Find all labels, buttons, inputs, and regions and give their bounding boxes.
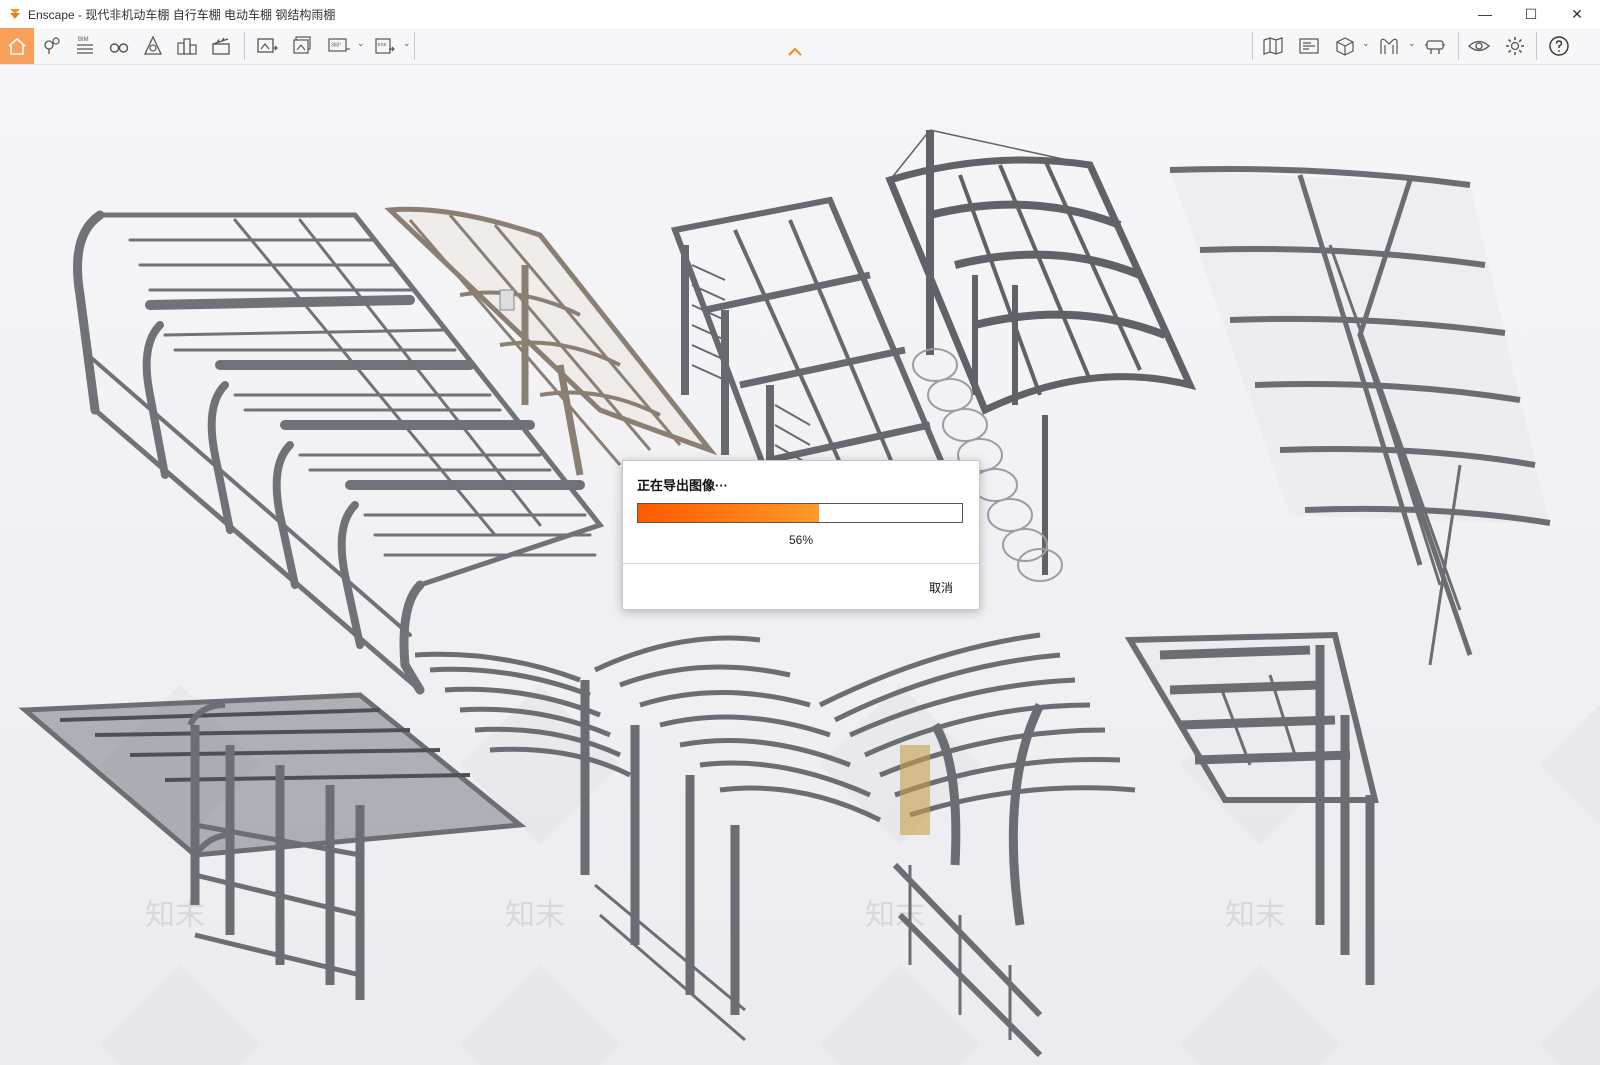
- minimize-button[interactable]: —: [1462, 0, 1508, 28]
- progress-percentage: 56%: [788, 533, 814, 547]
- clapperboard-icon: [212, 37, 230, 55]
- panorama-360-icon: 360°: [328, 38, 350, 52]
- panorama-button[interactable]: 360°: [322, 28, 356, 64]
- location-pin-icon: [44, 37, 60, 54]
- atmosphere-icon: [143, 35, 163, 55]
- title-bar: Enscape - 现代非机动车棚 自行车棚 电动车棚 钢结构雨棚 — ☐ ✕: [0, 0, 1600, 28]
- maximize-button[interactable]: ☐: [1508, 0, 1554, 28]
- help-icon: [1549, 36, 1569, 56]
- vr-headset-button[interactable]: [1418, 28, 1452, 64]
- panorama-dropdown-chevron-icon[interactable]: ⌄: [357, 38, 365, 49]
- eye-icon: [1468, 40, 1490, 52]
- window-controls: — ☐ ✕: [1462, 0, 1600, 28]
- collaboration-button[interactable]: [1372, 28, 1406, 64]
- window-title: Enscape - 现代非机动车棚 自行车棚 电动车棚 钢结构雨棚: [28, 7, 336, 22]
- export-exe-button[interactable]: EXE: [368, 28, 402, 64]
- toolbar-separator: [414, 32, 415, 60]
- cancel-button[interactable]: 取消: [923, 575, 959, 600]
- collaboration-icon: [1380, 38, 1398, 54]
- material-editor-button[interactable]: [1292, 28, 1326, 64]
- map-icon: [1263, 37, 1283, 55]
- cube-icon: [1336, 37, 1354, 56]
- export-progress-dialog: 正在导出图像··· 56% 取消: [622, 460, 980, 610]
- svg-text:360°: 360°: [331, 43, 341, 49]
- views-dropdown-chevron-icon[interactable]: ⌄: [1362, 38, 1370, 49]
- svg-text:知末: 知末: [505, 898, 565, 933]
- buildings-icon: [177, 38, 197, 55]
- video-editor-button[interactable]: [204, 28, 238, 64]
- export-progress-bar: [637, 503, 963, 523]
- export-exe-icon: EXE: [375, 38, 395, 54]
- walk-mode-button[interactable]: [102, 28, 136, 64]
- close-button[interactable]: ✕: [1554, 0, 1600, 28]
- svg-text:EXE: EXE: [378, 42, 387, 47]
- collaboration-dropdown-chevron-icon[interactable]: ⌄: [1408, 38, 1416, 49]
- export-dropdown-chevron-icon[interactable]: ⌄: [403, 38, 411, 49]
- home-icon: [8, 37, 26, 55]
- toolbar-separator: [1536, 32, 1537, 60]
- toolbar-separator: [1458, 32, 1459, 60]
- progress-bar-fill: [638, 504, 820, 522]
- enscape-logo-icon: [10, 9, 20, 19]
- canopy-model-translucent: [384, 206, 718, 476]
- gear-icon: [1506, 37, 1524, 55]
- svg-text:知末: 知末: [1225, 898, 1285, 933]
- material-editor-icon: [1299, 38, 1319, 54]
- bim-list-icon: BIM: [77, 37, 93, 54]
- svg-text:BIM: BIM: [78, 37, 89, 43]
- render-image-button[interactable]: [250, 28, 284, 64]
- asset-library-button[interactable]: [170, 28, 204, 64]
- map-button[interactable]: [1256, 28, 1290, 64]
- collapse-toolbar-chevron-icon[interactable]: [786, 46, 804, 58]
- atmosphere-button[interactable]: [136, 28, 170, 64]
- dialog-divider: [623, 563, 979, 564]
- render-image-icon: [257, 38, 278, 53]
- views-button[interactable]: [1328, 28, 1362, 64]
- toolbar-separator: [244, 32, 245, 60]
- toolbar-separator: [1252, 32, 1253, 60]
- bim-button[interactable]: BIM: [68, 28, 102, 64]
- settings-button[interactable]: [1498, 28, 1532, 64]
- visibility-button[interactable]: [1462, 28, 1496, 64]
- home-button[interactable]: [0, 28, 34, 64]
- batch-render-icon: [293, 36, 311, 54]
- dialog-title: 正在导出图像···: [637, 478, 728, 493]
- binoculars-icon: [109, 43, 129, 53]
- batch-render-button[interactable]: [286, 28, 320, 64]
- canopy-model-tree-glass: [1169, 166, 1551, 666]
- help-button[interactable]: [1542, 28, 1576, 64]
- location-button[interactable]: [34, 28, 68, 64]
- vr-headset-icon: [1425, 40, 1445, 54]
